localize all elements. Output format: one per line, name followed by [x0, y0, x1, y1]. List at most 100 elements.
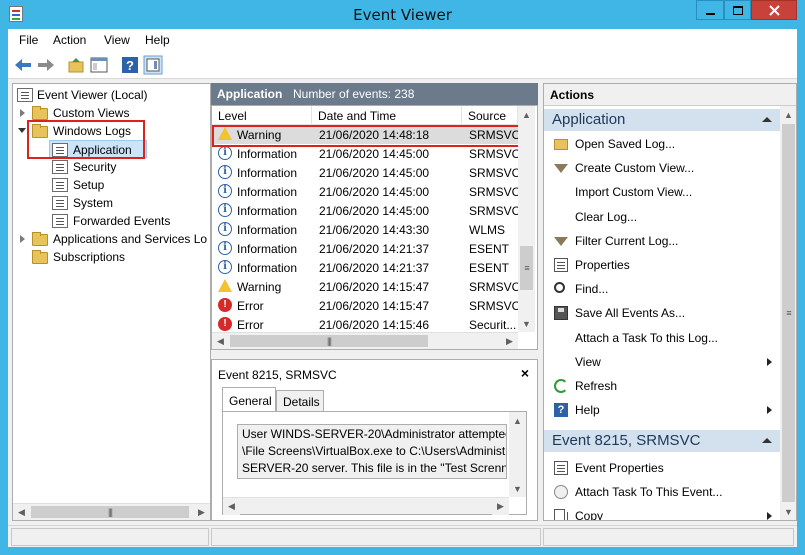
info-icon: i: [218, 241, 232, 255]
menu-help[interactable]: Help: [145, 33, 170, 47]
action-find[interactable]: Find...: [544, 277, 780, 301]
actions-vertical-scrollbar[interactable]: ▲ ≡ ▼: [780, 106, 796, 520]
action-view[interactable]: View: [544, 350, 780, 374]
tree-node-system[interactable]: System: [50, 194, 200, 212]
close-detail-icon[interactable]: ×: [521, 365, 529, 381]
scroll-down-icon[interactable]: ▼: [509, 480, 526, 497]
column-header-source[interactable]: Source: [462, 106, 518, 125]
submenu-arrow-icon: [767, 512, 772, 520]
highlight-box-windows-logs: [27, 120, 145, 159]
action-event-properties[interactable]: Event Properties: [544, 456, 780, 480]
menu-view[interactable]: View: [104, 33, 130, 47]
up-folder-icon[interactable]: [66, 55, 86, 75]
event-description[interactable]: User WINDS-SERVER-20\Administrator attem…: [237, 424, 507, 479]
detail-vertical-scrollbar[interactable]: ▲ ▼: [509, 412, 526, 497]
scroll-thumb[interactable]: ≡: [520, 246, 533, 290]
back-arrow-icon[interactable]: [13, 55, 33, 75]
tree-horizontal-scrollbar[interactable]: ◀ ||| ▶: [13, 503, 210, 520]
action-import-custom-view[interactable]: Import Custom View...: [544, 180, 780, 204]
tab-general[interactable]: General: [222, 387, 276, 412]
detail-horizontal-scrollbar[interactable]: ◀ ▶: [223, 497, 509, 515]
action-attach-a-task-to-this-log[interactable]: Attach a Task To this Log...: [544, 326, 780, 350]
event-row[interactable]: i Information 21/06/2020 14:45:00 SRMSVC: [212, 201, 520, 220]
scroll-right-icon[interactable]: ▶: [501, 333, 518, 349]
date-cell: 21/06/2020 14:45:00: [319, 204, 430, 218]
action-open-saved-log[interactable]: Open Saved Log...: [544, 132, 780, 156]
tab-details[interactable]: Details: [276, 390, 324, 412]
scroll-up-icon[interactable]: ▲: [509, 412, 526, 429]
tree-label-subscriptions: Subscriptions: [53, 250, 126, 264]
scroll-thumb[interactable]: ≡: [782, 124, 795, 502]
scroll-left-icon[interactable]: ◀: [212, 333, 229, 349]
list-horizontal-scrollbar[interactable]: ◀ ||| ▶: [212, 332, 518, 349]
action-clear-log[interactable]: Clear Log...: [544, 205, 780, 229]
tree-label-root: Event Viewer (Local): [37, 88, 148, 102]
help-icon[interactable]: ?: [120, 55, 140, 75]
expand-arrow-icon[interactable]: [20, 109, 25, 117]
action-copy[interactable]: Copy: [544, 504, 780, 520]
scroll-left-icon[interactable]: ◀: [223, 498, 240, 515]
tree-node-subscriptions[interactable]: Subscriptions: [15, 248, 205, 266]
copy-icon: [554, 509, 565, 520]
description-line: \File Screens\VirtualBox.exe to C:\Users…: [242, 444, 507, 458]
event-row[interactable]: i Information 21/06/2020 14:21:37 ESENT: [212, 239, 518, 258]
menu-file[interactable]: File: [19, 33, 38, 47]
event-row[interactable]: Warning 21/06/2020 14:15:47 SRMSVC: [212, 277, 520, 296]
action-save-all-events-as[interactable]: Save All Events As...: [544, 301, 780, 325]
scroll-up-icon[interactable]: ▲: [780, 106, 796, 123]
action-create-custom-view[interactable]: Create Custom View...: [544, 156, 780, 180]
scroll-right-icon[interactable]: ▶: [492, 498, 509, 515]
event-list-pane: Application Number of events: 238 Level …: [211, 83, 538, 521]
scroll-down-icon[interactable]: ▼: [780, 503, 796, 520]
show-hide-tree-icon[interactable]: [89, 55, 109, 75]
close-window-button[interactable]: [751, 0, 797, 20]
forward-arrow-icon[interactable]: [36, 55, 56, 75]
action-help[interactable]: ? Help: [544, 398, 780, 422]
window-title: Event Viewer: [353, 6, 452, 24]
expand-arrow-icon[interactable]: [20, 235, 25, 243]
collapse-up-icon[interactable]: [762, 117, 772, 122]
scroll-right-icon[interactable]: ▶: [193, 504, 210, 520]
scroll-thumb[interactable]: |||: [31, 506, 189, 518]
event-row[interactable]: i Information 21/06/2020 14:45:00 SRMSVC: [212, 182, 520, 201]
action-filter-current-log[interactable]: Filter Current Log...: [544, 229, 780, 253]
tree-node-root[interactable]: Event Viewer (Local): [15, 86, 205, 104]
action-refresh[interactable]: Refresh: [544, 374, 780, 398]
minimize-button[interactable]: [696, 0, 724, 20]
event-row[interactable]: ! Error 21/06/2020 14:15:47 SRMSVC: [212, 296, 520, 315]
scroll-thumb[interactable]: |||: [230, 335, 428, 347]
actions-section-application[interactable]: Application: [544, 109, 780, 131]
column-header-level[interactable]: Level: [212, 106, 312, 125]
action-attach-task-to-this-event[interactable]: Attach Task To This Event...: [544, 480, 780, 504]
show-hide-action-pane-icon[interactable]: [143, 55, 163, 75]
scroll-down-icon[interactable]: ▼: [518, 315, 535, 332]
level-cell: Information: [237, 223, 298, 237]
column-header-date[interactable]: Date and Time: [312, 106, 462, 125]
collapse-arrow-icon[interactable]: [18, 128, 26, 133]
section-title: Event 8215, SRMSVC: [552, 432, 701, 449]
column-label: Source: [468, 109, 507, 123]
tree-node-apps-services[interactable]: Applications and Services Lo: [15, 230, 210, 248]
tree-node-security[interactable]: Security: [50, 158, 200, 176]
submenu-arrow-icon: [767, 357, 772, 366]
info-icon: i: [218, 146, 232, 160]
tree-node-forwarded-events[interactable]: Forwarded Events: [50, 212, 205, 230]
event-row[interactable]: i Information 21/06/2020 14:45:00 SRMSVC: [212, 163, 520, 182]
scroll-left-icon[interactable]: ◀: [13, 504, 30, 520]
event-detail-pane: Event 8215, SRMSVC × General Details Use…: [211, 359, 538, 521]
maximize-button[interactable]: [724, 0, 751, 20]
highlight-box-warning-row: [212, 125, 528, 147]
title-bar[interactable]: Event Viewer: [0, 0, 805, 28]
tree-label-system: System: [73, 196, 114, 210]
collapse-up-icon[interactable]: [762, 438, 772, 443]
actions-section-event[interactable]: Event 8215, SRMSVC: [544, 430, 780, 452]
tree-node-setup[interactable]: Setup: [50, 176, 200, 194]
menu-action[interactable]: Action: [53, 33, 86, 47]
event-row[interactable]: i Information 21/06/2020 14:21:37 ESENT: [212, 258, 518, 277]
status-cell: [211, 528, 541, 546]
event-count: Number of events: 238: [293, 87, 415, 101]
list-vertical-scrollbar[interactable]: ▲ ≡ ▼: [518, 106, 535, 332]
event-row[interactable]: i Information 21/06/2020 14:43:30 WLMS: [212, 220, 518, 239]
action-properties[interactable]: Properties: [544, 253, 780, 277]
scroll-up-icon[interactable]: ▲: [518, 106, 535, 123]
